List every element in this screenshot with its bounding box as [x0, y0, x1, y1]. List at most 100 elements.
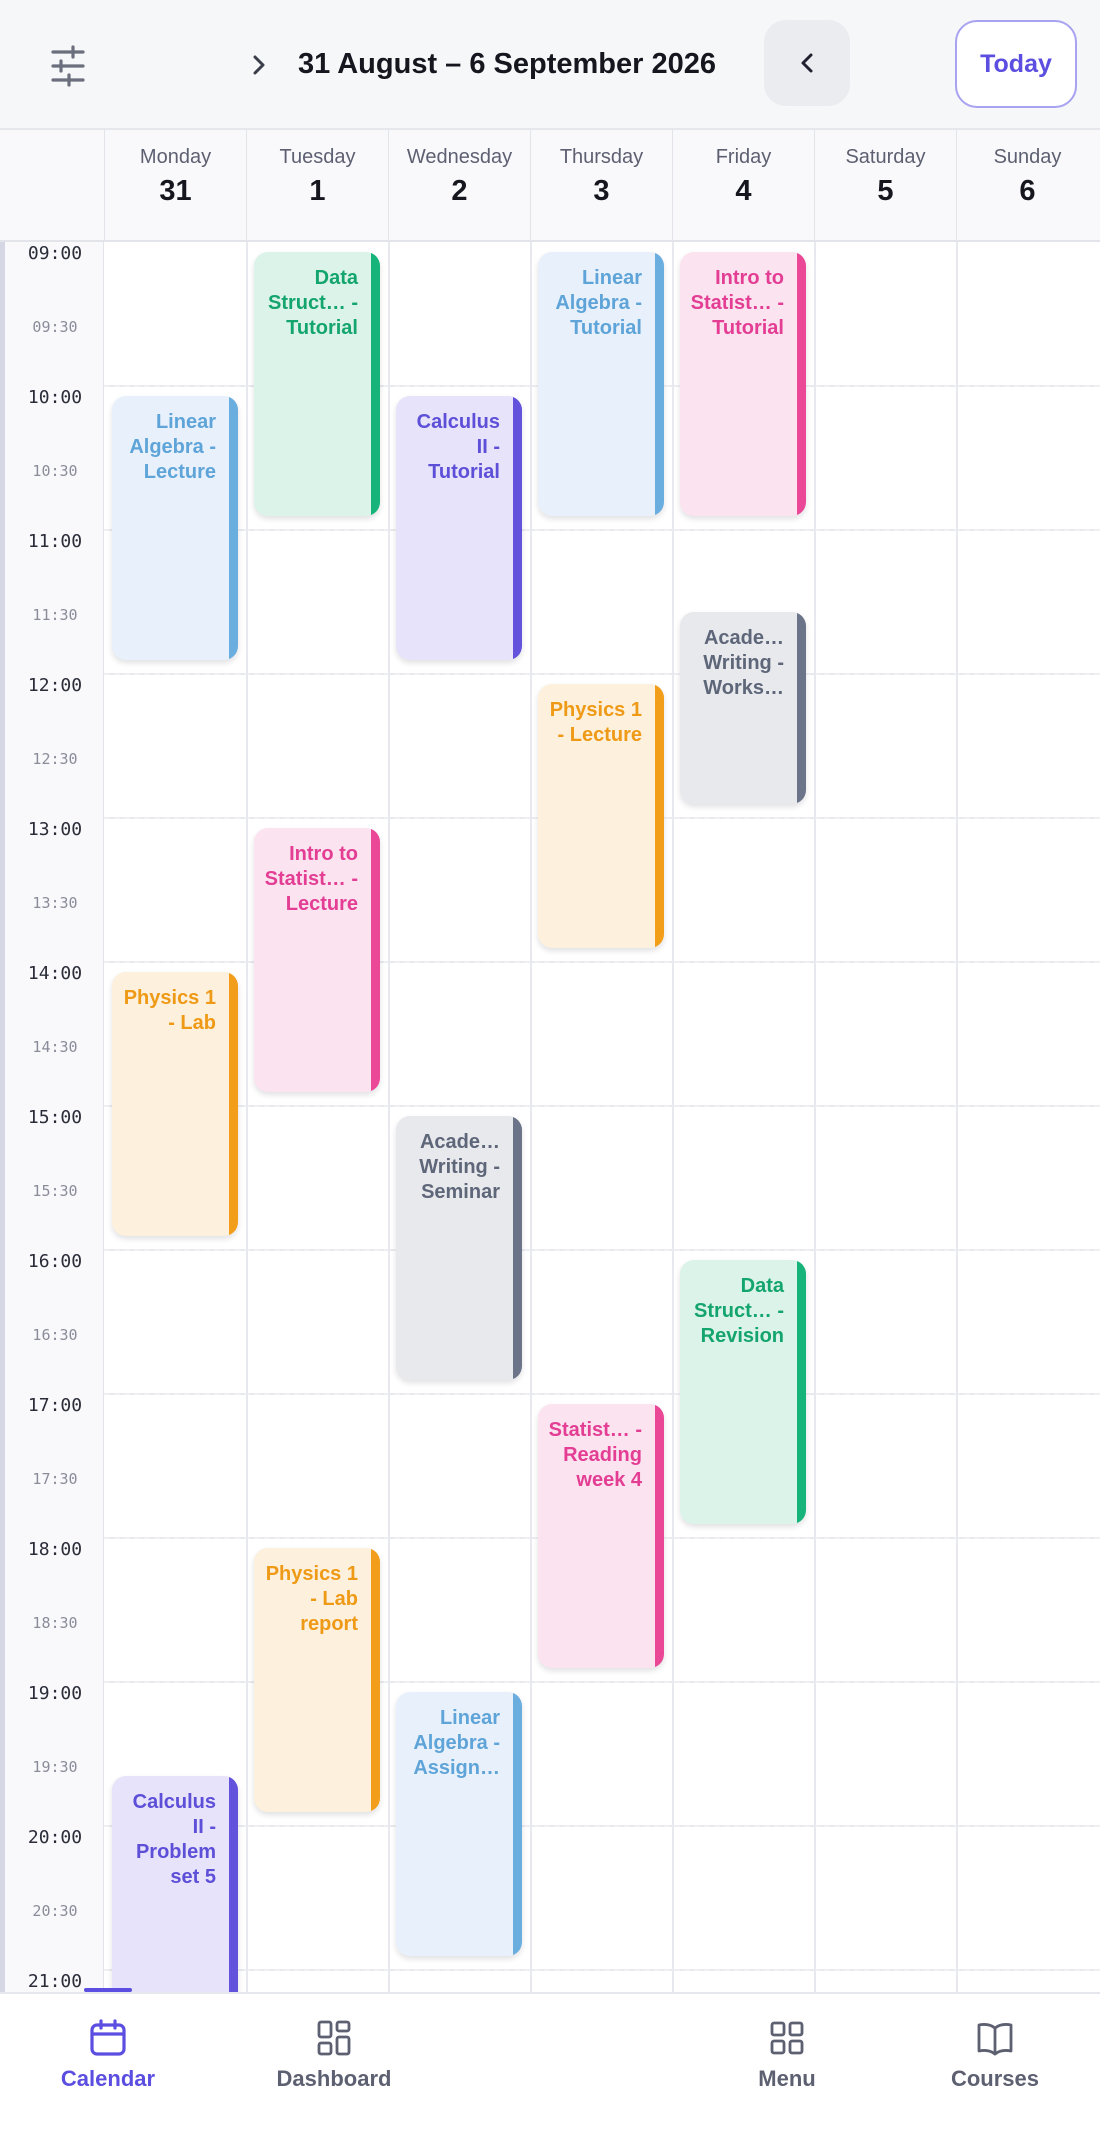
day-name: Tuesday	[279, 146, 356, 168]
day-header-sunday[interactable]: Sunday 6	[956, 130, 1098, 242]
hour-label: 17:00	[27, 1395, 83, 1416]
event-card[interactable]: Data Struct… - Revision	[680, 1260, 806, 1524]
event-color-bar	[229, 396, 238, 660]
day-header-saturday[interactable]: Saturday 5	[814, 130, 956, 242]
nav-dashboard[interactable]: Dashboard	[249, 2018, 419, 2118]
day-number: 4	[735, 175, 752, 207]
event-card[interactable]: Intro to Statist… - Tutorial	[680, 252, 806, 516]
nav-menu-label: Menu	[758, 2066, 816, 2091]
event-color-bar	[655, 252, 664, 516]
menu-grid-icon	[770, 2021, 804, 2055]
next-week-button[interactable]	[236, 40, 282, 90]
today-button[interactable]: Today	[955, 20, 1077, 108]
hour-label: 10:00	[27, 387, 83, 408]
event-title: Calculus II - Problem set 5	[132, 1791, 216, 1888]
week-time-grid[interactable]: 09:00 10:00 11:00 12:00 13:00 14:00 15:00 16:00…	[0, 242, 1100, 1992]
half-hour-label: 10:30	[32, 462, 78, 480]
half-hour-label: 11:30	[32, 606, 78, 624]
active-tab-indicator	[84, 1988, 132, 1992]
day-name: Thursday	[559, 146, 644, 168]
event-title: Physics 1 - Lab	[123, 987, 216, 1034]
half-hour-label: 18:30	[32, 1614, 78, 1632]
event-color-bar	[513, 1692, 522, 1956]
event-color-bar	[371, 828, 380, 1092]
day-header-friday[interactable]: Friday 4	[672, 130, 814, 242]
day-header-thursday[interactable]: Thursday 3	[530, 130, 672, 242]
day-column-divider	[672, 242, 674, 1992]
bottom-navigation: Calendar Dashboard Menu Courses	[0, 1988, 1100, 2130]
event-title: Physics 1 - Lecture	[549, 699, 642, 746]
hour-label: 18:00	[27, 1539, 83, 1560]
day-number: 31	[159, 175, 192, 207]
event-color-bar	[513, 1116, 522, 1380]
day-header-tuesday[interactable]: Tuesday 1	[246, 130, 388, 242]
half-hour-label: 13:30	[32, 894, 78, 912]
event-color-bar	[229, 972, 238, 1236]
sliders-icon	[51, 45, 85, 87]
event-card[interactable]: Calculus II - Problem set 5	[112, 1776, 238, 1992]
day-column-divider	[814, 242, 816, 1992]
event-color-bar	[655, 1404, 664, 1668]
nav-calendar-label: Calendar	[60, 2066, 156, 2091]
event-title: Data Struct… - Tutorial	[268, 267, 358, 339]
event-card[interactable]: Physics 1 - Lecture	[538, 684, 664, 948]
half-hour-gridline	[104, 1825, 1100, 1827]
day-header-wednesday[interactable]: Wednesday 2	[388, 130, 530, 242]
event-card[interactable]: Physics 1 - Lab report	[254, 1548, 380, 1812]
event-card[interactable]: Physics 1 - Lab	[112, 972, 238, 1236]
date-range-title: 31 August – 6 September 2026	[298, 48, 716, 80]
hour-label: 15:00	[27, 1107, 83, 1128]
half-hour-gridline	[104, 1105, 1100, 1107]
calendar-header: 31 August – 6 September 2026 Today	[0, 0, 1100, 130]
nav-courses[interactable]: Courses	[910, 2018, 1080, 2118]
day-name: Wednesday	[406, 146, 513, 168]
event-title: Acade… Writing - Works…	[703, 627, 784, 699]
half-hour-label: 19:30	[32, 1758, 78, 1776]
event-card[interactable]: Acade… Writing - Works…	[680, 612, 806, 804]
event-title: Calculus II - Tutorial	[416, 411, 500, 483]
day-header-monday[interactable]: Monday 31	[104, 130, 246, 242]
hour-label: 13:00	[27, 819, 83, 840]
half-hour-gridline	[104, 529, 1100, 531]
event-card[interactable]: Linear Algebra - Lecture	[112, 396, 238, 660]
half-hour-label: 12:30	[32, 750, 78, 768]
half-hour-label: 16:30	[32, 1326, 78, 1344]
week-day-header: Monday 31 Tuesday 1 Wednesday 2 Thursday 3 Frida…	[0, 130, 1100, 242]
event-card[interactable]: Statist… - Reading week 4	[538, 1404, 664, 1668]
event-title: Linear Algebra - Lecture	[129, 411, 216, 483]
event-card[interactable]: Linear Algebra - Tutorial	[538, 252, 664, 516]
event-card[interactable]: Calculus II - Tutorial	[396, 396, 522, 660]
event-color-bar	[371, 1548, 380, 1812]
nav-dashboard-label: Dashboard	[276, 2066, 392, 2091]
event-title: Linear Algebra - Tutorial	[555, 267, 642, 339]
event-card[interactable]: Data Struct… - Tutorial	[254, 252, 380, 516]
day-number: 2	[451, 175, 468, 207]
day-column-divider	[956, 242, 958, 1992]
calendar-icon	[90, 2019, 126, 2056]
event-title: Acade… Writing - Seminar	[419, 1131, 500, 1203]
event-title: Data Struct… - Revision	[694, 1275, 784, 1347]
hour-label: 11:00	[27, 531, 83, 552]
half-hour-gridline	[104, 1249, 1100, 1251]
day-number: 3	[593, 175, 610, 207]
event-card[interactable]: Intro to Statist… - Lecture	[254, 828, 380, 1092]
day-number: 1	[309, 175, 326, 207]
previous-week-button[interactable]	[764, 20, 850, 106]
half-hour-label: 15:30	[32, 1182, 78, 1200]
day-name: Friday	[715, 146, 772, 168]
day-column-divider	[388, 242, 390, 1992]
event-card[interactable]: Linear Algebra - Assign…	[396, 1692, 522, 1956]
day-name: Sunday	[993, 146, 1062, 168]
nav-calendar[interactable]: Calendar	[23, 2018, 193, 2118]
hour-label: 14:00	[27, 963, 83, 984]
hour-label: 16:00	[27, 1251, 83, 1272]
day-number: 6	[1019, 175, 1036, 207]
half-hour-gridline	[104, 673, 1100, 675]
time-gutter: 09:00 10:00 11:00 12:00 13:00 14:00 15:00 16:00…	[0, 242, 104, 1992]
filter-button[interactable]	[36, 38, 100, 94]
day-column-divider	[246, 242, 248, 1992]
event-card[interactable]: Acade… Writing - Seminar	[396, 1116, 522, 1380]
event-title: Intro to Statist… - Tutorial	[690, 267, 784, 339]
nav-menu[interactable]: Menu	[702, 2018, 872, 2118]
half-hour-label: 14:30	[32, 1038, 78, 1056]
